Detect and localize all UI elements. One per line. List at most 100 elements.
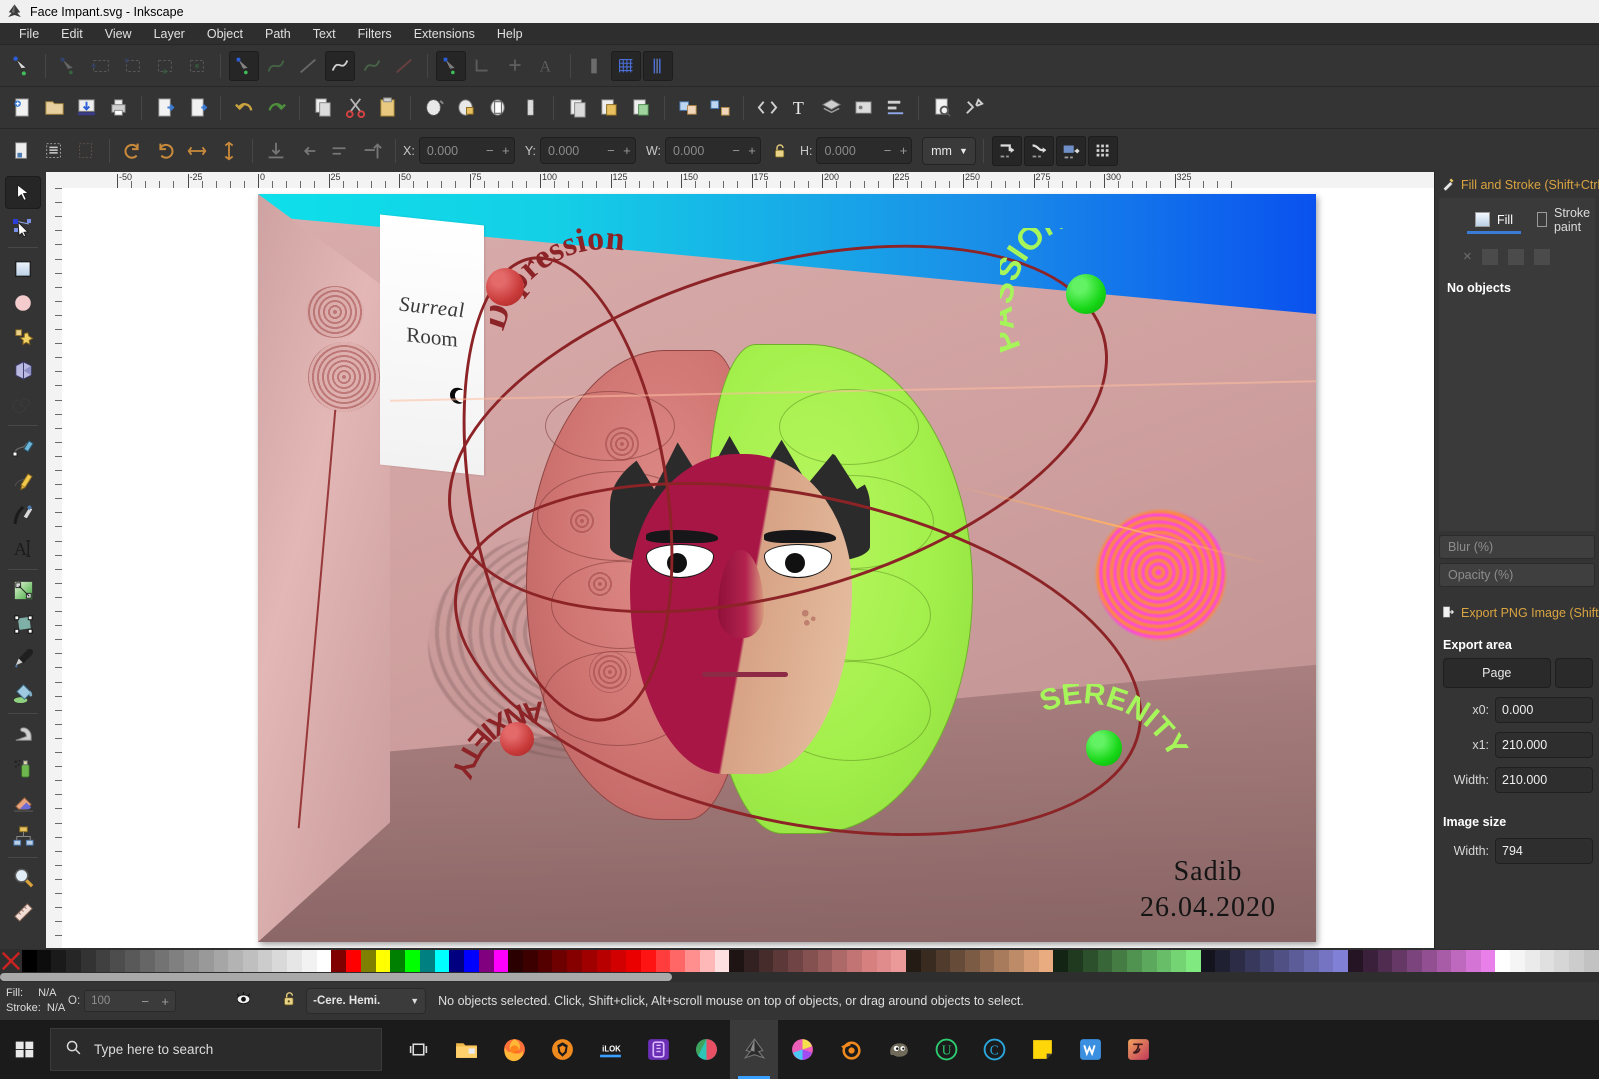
palette-swatch[interactable] — [390, 950, 406, 972]
palette-swatch[interactable] — [95, 950, 111, 972]
snap-page-border-icon[interactable] — [579, 51, 609, 81]
palette-swatch[interactable] — [1200, 950, 1216, 972]
palette-swatch[interactable] — [36, 950, 52, 972]
palette-swatch[interactable] — [1053, 950, 1069, 972]
zoom-page-width-icon[interactable] — [515, 93, 545, 123]
palette-swatch[interactable] — [375, 950, 391, 972]
w-input[interactable]: 0.000 − + — [664, 137, 761, 164]
palette-swatch[interactable] — [184, 950, 199, 972]
snap-bbox-center-icon[interactable] — [182, 51, 212, 81]
snap-nodes-icon[interactable] — [229, 50, 259, 81]
rotate-cw-icon[interactable] — [150, 136, 180, 166]
rectangle-tool[interactable] — [5, 252, 41, 285]
palette-swatch[interactable] — [80, 950, 96, 972]
palette-swatch[interactable] — [125, 950, 140, 972]
redo-icon[interactable] — [261, 93, 291, 123]
text-and-font-icon[interactable]: T — [784, 93, 814, 123]
spray-tool[interactable] — [5, 752, 41, 785]
palette-swatch[interactable] — [891, 950, 907, 972]
palette-swatch[interactable] — [1259, 950, 1275, 972]
zoom-drawing-icon[interactable] — [451, 93, 481, 123]
h-decrement[interactable]: − — [879, 138, 895, 163]
open-document-icon[interactable] — [39, 93, 69, 123]
y-increment[interactable]: + — [619, 138, 635, 163]
layer-visible-icon[interactable] — [234, 989, 253, 1013]
rotate-ccw-icon[interactable] — [118, 136, 148, 166]
palette-swatch[interactable] — [272, 950, 288, 972]
palette-swatch[interactable] — [22, 950, 37, 972]
windows-start-icon[interactable] — [0, 1020, 48, 1079]
artboard[interactable]: Surreal Room ression IO SERENITY ANXIETY… — [258, 194, 1316, 942]
firefox-icon[interactable] — [490, 1020, 538, 1079]
inkscape-icon[interactable] — [730, 1020, 778, 1079]
group-icon[interactable] — [673, 93, 703, 123]
palette-swatch[interactable] — [1244, 950, 1260, 972]
palette-swatch[interactable] — [257, 950, 273, 972]
palette-swatch[interactable] — [493, 950, 509, 972]
palette-swatch[interactable] — [729, 950, 744, 972]
zoom-tool[interactable] — [5, 862, 41, 895]
undo-icon[interactable] — [229, 93, 259, 123]
menu-view[interactable]: View — [94, 24, 143, 44]
import-icon[interactable] — [150, 93, 180, 123]
palette-swatch[interactable] — [66, 950, 81, 972]
ilok-icon[interactable]: iLOK — [586, 1020, 634, 1079]
palette-swatch[interactable] — [449, 950, 465, 972]
palette-swatch[interactable] — [434, 950, 450, 972]
palette-swatch[interactable] — [1156, 950, 1172, 972]
bezier-pen-tool[interactable] — [5, 464, 41, 497]
palette-swatch[interactable] — [1362, 950, 1378, 972]
snap-rotation-center-icon[interactable] — [500, 51, 530, 81]
duplicate-icon[interactable] — [562, 93, 592, 123]
palette-swatch[interactable] — [1407, 950, 1422, 972]
lower-to-bottom-icon[interactable] — [261, 136, 291, 166]
lock-ratio-icon[interactable] — [765, 136, 795, 166]
palette-swatch[interactable] — [567, 950, 582, 972]
palette-swatch[interactable] — [950, 950, 965, 972]
menu-extensions[interactable]: Extensions — [403, 24, 486, 44]
menu-layer[interactable]: Layer — [143, 24, 196, 44]
tab-stroke-paint[interactable]: Stroke paint — [1525, 202, 1599, 241]
fill-stroke-indicator[interactable]: Fill: N/A Stroke: N/A — [0, 986, 66, 1016]
file-explorer-icon[interactable] — [442, 1020, 490, 1079]
palette-swatch[interactable] — [1141, 950, 1157, 972]
task-view-icon[interactable] — [394, 1020, 442, 1079]
selector-tool[interactable] — [5, 176, 41, 209]
palette-swatch[interactable] — [1230, 950, 1245, 972]
snap-guide-icon[interactable] — [643, 50, 673, 81]
palette-swatch[interactable] — [110, 950, 126, 972]
palette-swatch[interactable] — [1009, 950, 1024, 972]
opacity-input[interactable]: 100 − + — [84, 990, 177, 1012]
palette-swatch[interactable] — [1554, 950, 1570, 972]
export-area-page-button[interactable]: Page — [1443, 658, 1551, 688]
palette-swatch[interactable] — [640, 950, 656, 972]
palette-swatch[interactable] — [51, 950, 67, 972]
palette-swatch[interactable] — [1082, 950, 1098, 972]
radial-gradient-icon[interactable] — [1533, 248, 1550, 265]
inkscape-preferences-icon[interactable] — [959, 93, 989, 123]
palette-swatch[interactable] — [1333, 950, 1349, 972]
snap-smooth-node-icon[interactable] — [357, 51, 387, 81]
palette-swatch[interactable] — [1539, 950, 1555, 972]
palette-swatch[interactable] — [699, 950, 715, 972]
purple-app-icon[interactable] — [634, 1020, 682, 1079]
snap-enable-icon[interactable] — [7, 51, 37, 81]
snap-object-center-icon[interactable] — [468, 51, 498, 81]
export-dialog-header[interactable]: Export PNG Image (Shift+Ctrl+E) — [1435, 600, 1599, 626]
image-width-input[interactable]: 794 — [1495, 838, 1593, 864]
palette-swatch[interactable] — [714, 950, 730, 972]
ellipse-tool[interactable] — [5, 286, 41, 319]
menu-object[interactable]: Object — [196, 24, 254, 44]
x-input[interactable]: 0.000 − + — [418, 137, 515, 164]
export-area-drawing-button[interactable] — [1554, 658, 1593, 688]
palette-swatch[interactable] — [1480, 950, 1496, 972]
palette-swatch[interactable] — [1023, 950, 1039, 972]
palette-swatch[interactable] — [596, 950, 612, 972]
palette-scrollbar[interactable] — [0, 972, 1599, 982]
snap-text-baseline-icon[interactable]: A — [532, 51, 562, 81]
palette-swatch[interactable] — [405, 950, 420, 972]
color-palette[interactable] — [0, 950, 1599, 972]
x-increment[interactable]: + — [498, 138, 514, 163]
palette-swatch[interactable] — [994, 950, 1010, 972]
gimp-icon[interactable] — [874, 1020, 922, 1079]
